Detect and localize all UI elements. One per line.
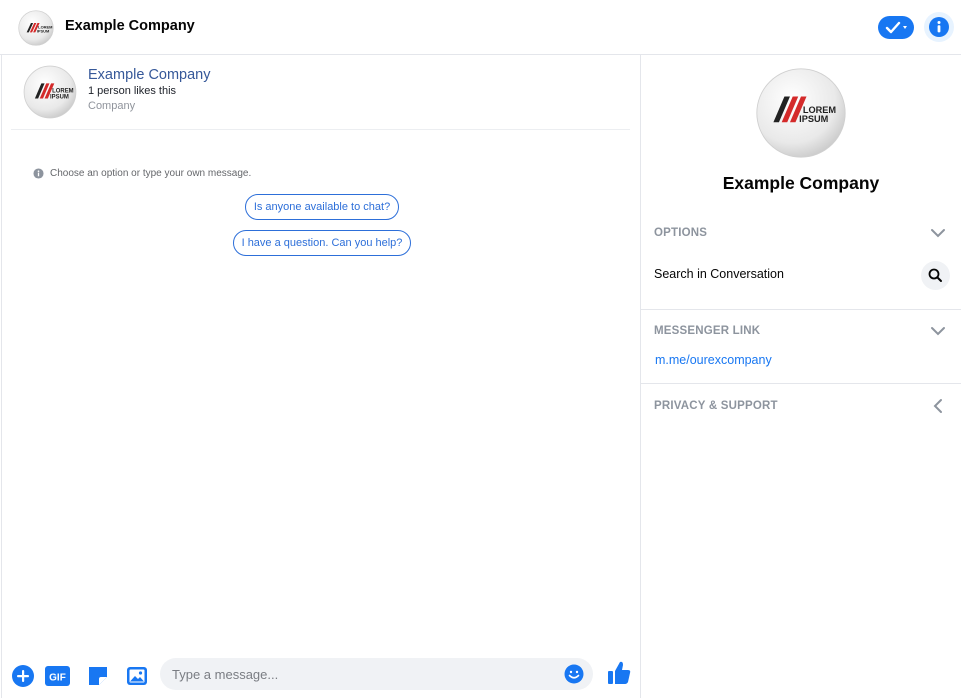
thumbs-up-icon [608, 661, 631, 684]
chevron-left-icon[interactable] [929, 397, 947, 415]
messenger-link[interactable]: m.me/ourexcompany [655, 353, 772, 367]
logo-text: LOREM [52, 89, 73, 95]
chevron-down-icon[interactable] [929, 322, 947, 340]
info-small-icon [33, 168, 44, 179]
section-divider [641, 309, 961, 310]
options-heading[interactable]: OPTIONS [654, 227, 707, 239]
logo-text: IPSUM [37, 29, 50, 34]
profile-avatar[interactable]: LOREM IPSUM [755, 67, 847, 159]
caret-down-icon [903, 26, 907, 29]
page-likes: 1 person likes this [88, 85, 177, 97]
page-avatar[interactable]: LOREM IPSUM [23, 65, 77, 119]
details-sidebar: LOREM IPSUM Example Company OPTIONS Sear… [641, 56, 961, 698]
gif-label: GIF [49, 673, 66, 684]
page-info-card: LOREM IPSUM Example Company 1 person lik… [11, 56, 630, 130]
section-divider [641, 383, 961, 384]
hint-text: Choose an option or type your own messag… [50, 168, 252, 179]
logo-text: IPSUM [50, 94, 69, 100]
info-button[interactable] [924, 12, 954, 42]
check-icon [885, 21, 901, 34]
message-input[interactable] [172, 658, 552, 690]
page-category: Company [88, 100, 136, 112]
sticker-button[interactable] [86, 664, 110, 688]
photo-button[interactable] [125, 664, 149, 688]
chat-pane: LOREM IPSUM Example Company 1 person lik… [2, 56, 640, 698]
profile-name: Example Company [722, 173, 880, 193]
page-name-link[interactable]: Example Company [88, 67, 211, 83]
search-button[interactable] [921, 261, 950, 290]
company-avatar[interactable]: LOREM IPSUM [18, 10, 54, 46]
message-box [160, 658, 593, 690]
info-icon [929, 17, 949, 37]
quick-reply-button[interactable]: Is anyone available to chat? [245, 194, 399, 220]
like-button[interactable] [606, 659, 632, 687]
emoji-button[interactable] [564, 664, 584, 684]
gif-button[interactable]: GIF [44, 664, 71, 688]
quick-reply-button[interactable]: I have a question. Can you help? [233, 230, 411, 256]
chevron-down-icon[interactable] [929, 224, 947, 242]
add-button[interactable] [11, 664, 35, 688]
message-composer: GIF [2, 656, 640, 696]
image-icon [127, 667, 147, 685]
conversation-title: Example Company [65, 18, 195, 34]
quick-reply-hint: Choose an option or type your own messag… [33, 168, 251, 179]
search-in-conversation-label[interactable]: Search in Conversation [654, 267, 784, 281]
privacy-support-heading[interactable]: PRIVACY & SUPPORT [654, 400, 778, 412]
messenger-link-heading[interactable]: MESSENGER LINK [654, 325, 760, 337]
smiley-icon [564, 664, 584, 684]
search-icon [928, 268, 942, 282]
gif-icon: GIF [45, 666, 70, 686]
plus-circle-icon [12, 665, 34, 687]
mark-done-button[interactable] [878, 16, 914, 39]
logo-text: IPSUM [799, 114, 828, 124]
sticker-icon [89, 667, 107, 685]
top-bar: LOREM IPSUM Example Company [0, 0, 961, 55]
